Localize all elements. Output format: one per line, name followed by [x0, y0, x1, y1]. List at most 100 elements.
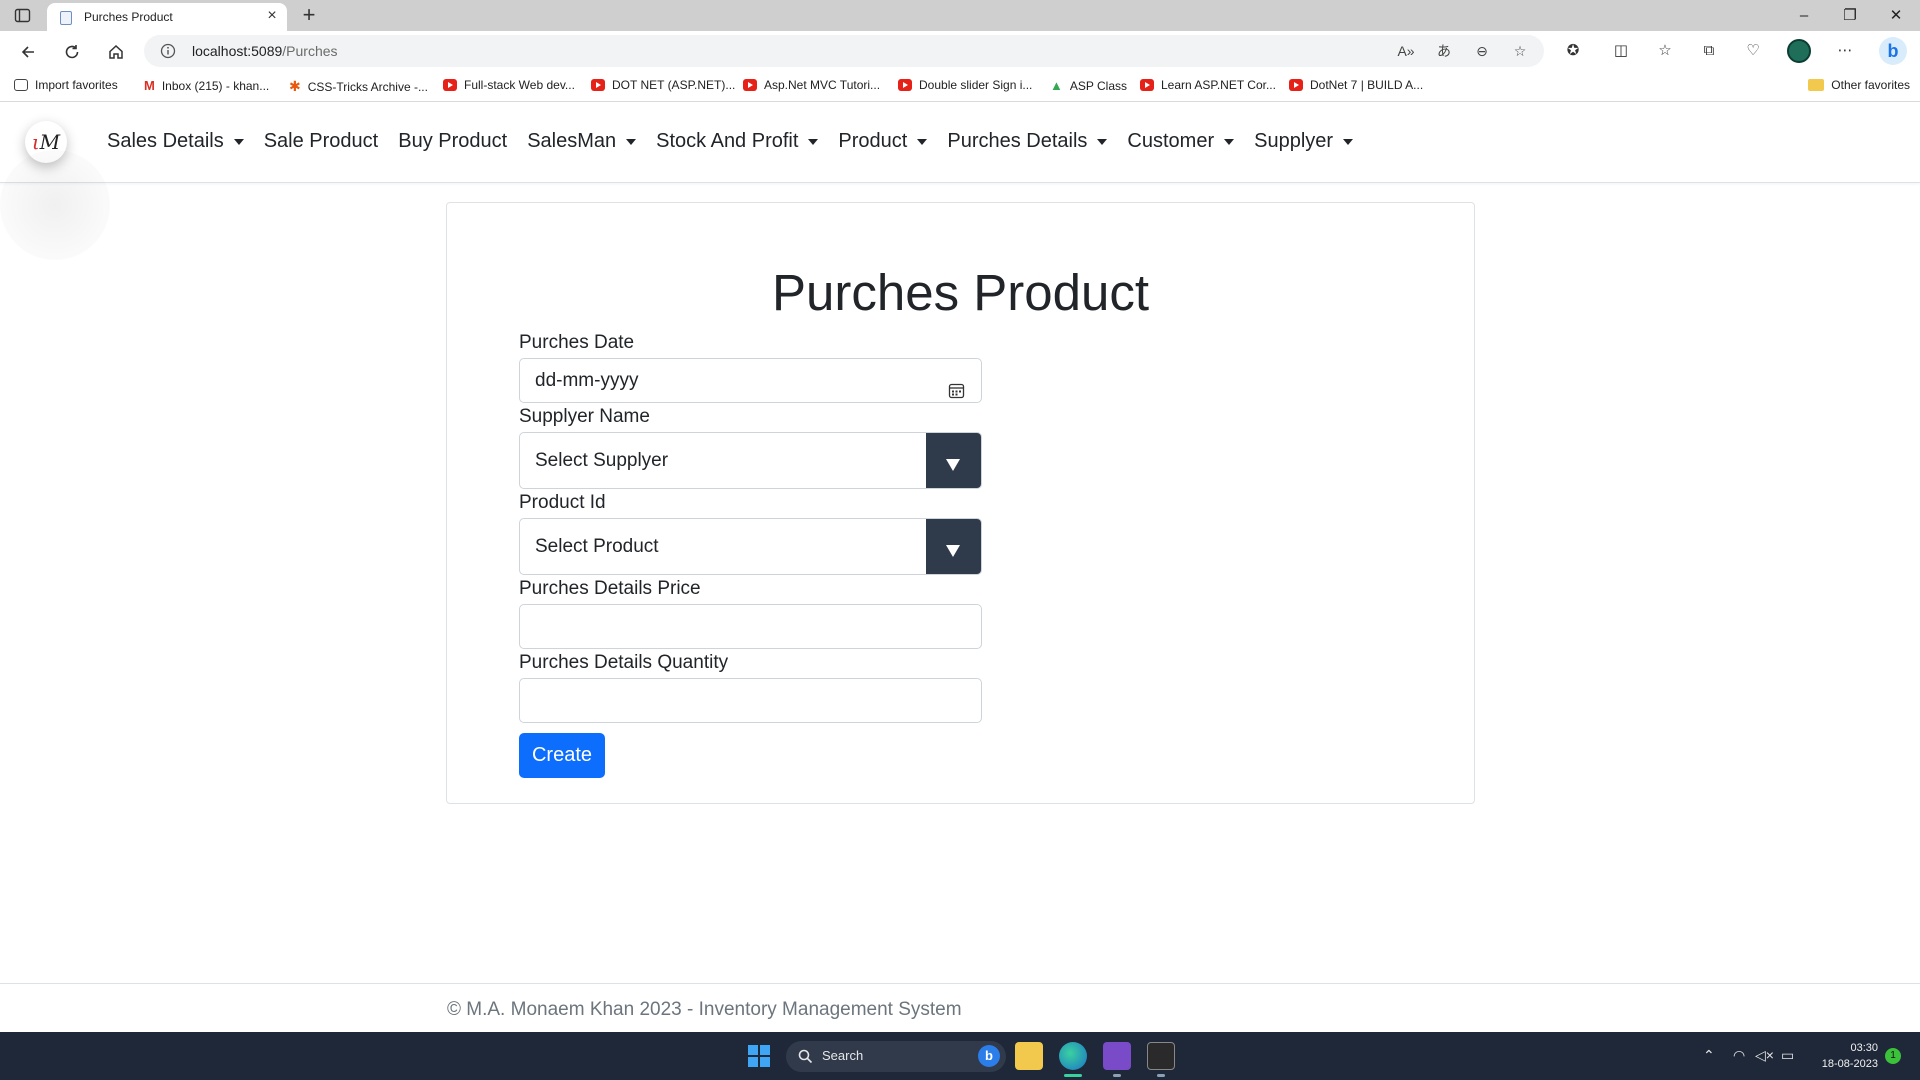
minimize-icon[interactable]: –: [1784, 4, 1824, 28]
nav-label: Stock And Profit: [656, 130, 799, 152]
nav-sale-product[interactable]: Sale Product: [264, 130, 379, 153]
caret-down-icon: [917, 138, 928, 145]
css-tricks-icon: ✱: [289, 78, 301, 94]
supplier-select[interactable]: Select Supplyer: [519, 432, 982, 489]
price-input[interactable]: [519, 604, 982, 649]
nav-label: Buy Product: [398, 130, 508, 152]
purchase-date-label: Purches Date: [519, 332, 635, 353]
nav-sales-details[interactable]: Sales Details: [107, 130, 244, 153]
browser-essentials-icon[interactable]: ♡: [1741, 39, 1765, 63]
dropdown-arrow-icon[interactable]: [926, 519, 981, 574]
read-aloud-icon[interactable]: A»: [1396, 41, 1416, 61]
url-path: /Purches: [282, 43, 338, 59]
caret-down-icon: [626, 138, 637, 145]
page-title: Purches Product: [771, 264, 1150, 321]
dropdown-arrow-icon[interactable]: [926, 433, 981, 488]
window-close-icon[interactable]: ✕: [1876, 4, 1916, 28]
browser-toolbar: localhost:5089/Purches A» あ ⊖ ☆ ✪ ◫ ☆ ⧉ …: [0, 31, 1920, 71]
nav-purches-details[interactable]: Purches Details: [947, 130, 1108, 153]
logo-shadow: [0, 150, 110, 260]
nav-supplyer[interactable]: Supplyer: [1254, 130, 1354, 153]
purchase-date-input[interactable]: dd-mm-yyyy: [519, 358, 982, 403]
product-select[interactable]: Select Product: [519, 518, 982, 575]
reload-icon[interactable]: [58, 38, 86, 66]
nav-label: Purches Details: [947, 130, 1088, 152]
date-placeholder: dd-mm-yyyy: [535, 370, 639, 391]
favorite-youtube-2[interactable]: DOT NET (ASP.NET)...: [591, 78, 735, 92]
back-arrow-icon[interactable]: [14, 38, 42, 66]
browser-tab-active[interactable]: Purches Product ×: [47, 3, 287, 31]
running-app-indicator: [1157, 1074, 1165, 1077]
nav-customer[interactable]: Customer: [1127, 130, 1235, 153]
extensions-icon[interactable]: ✪: [1561, 39, 1585, 63]
edge-browser-icon[interactable]: [1059, 1042, 1087, 1070]
system-clock[interactable]: 03:30 18-08-2023: [1812, 1040, 1878, 1072]
youtube-icon: [743, 79, 757, 91]
file-explorer-icon[interactable]: [1015, 1042, 1043, 1070]
quantity-label: Purches Details Quantity: [519, 652, 729, 673]
terminal-icon[interactable]: [1147, 1042, 1175, 1070]
windows-start-icon[interactable]: [748, 1045, 770, 1067]
other-favorites-label: Other favorites: [1831, 78, 1910, 92]
translate-icon[interactable]: あ: [1434, 41, 1454, 61]
site-info-icon[interactable]: [160, 43, 176, 64]
favorite-youtube-6[interactable]: DotNet 7 | BUILD A...: [1289, 78, 1423, 92]
other-favorites[interactable]: Other favorites: [1808, 78, 1910, 92]
create-button[interactable]: Create: [519, 733, 605, 778]
caret-down-icon: [1224, 138, 1235, 145]
favorite-asp-class[interactable]: ▲ ASP Class: [1050, 78, 1127, 93]
search-icon: [798, 1049, 813, 1069]
calendar-icon[interactable]: [948, 372, 965, 399]
nav-menu: Sales Details Sale Product Buy Product S…: [107, 130, 1354, 153]
search-label: Search: [822, 1048, 864, 1063]
split-screen-icon[interactable]: ◫: [1609, 39, 1633, 63]
favorite-label: DotNet 7 | BUILD A...: [1310, 78, 1424, 92]
nav-buy-product[interactable]: Buy Product: [398, 130, 507, 153]
youtube-icon: [443, 79, 457, 91]
caret-down-icon: [233, 138, 244, 145]
favorite-star-icon[interactable]: ☆: [1510, 41, 1530, 61]
favorites-icon[interactable]: ☆: [1653, 39, 1677, 63]
volume-muted-icon[interactable]: ◁×: [1755, 1047, 1774, 1064]
product-id-label: Product Id: [519, 492, 606, 513]
close-tab-icon[interactable]: ×: [263, 7, 281, 25]
favorite-youtube-1[interactable]: Full-stack Web dev...: [443, 78, 575, 92]
favorite-gmail[interactable]: M Inbox (215) - khan...: [144, 78, 269, 93]
tray-overflow-icon[interactable]: ⌃: [1703, 1047, 1715, 1064]
wifi-icon[interactable]: ◠: [1733, 1047, 1745, 1064]
new-tab-icon[interactable]: +: [296, 2, 322, 28]
nav-salesman[interactable]: SalesMan: [527, 130, 637, 153]
restore-icon[interactable]: ❐: [1830, 4, 1870, 28]
taskbar-search[interactable]: Search b: [786, 1041, 1006, 1072]
tab-actions-icon[interactable]: [14, 7, 31, 24]
battery-icon[interactable]: ▭: [1781, 1047, 1794, 1064]
nav-label: Supplyer: [1254, 130, 1334, 152]
price-label: Purches Details Price: [519, 578, 701, 599]
favorite-label: CSS-Tricks Archive -...: [307, 79, 428, 94]
favorite-import[interactable]: Import favorites: [14, 78, 118, 92]
quantity-input[interactable]: [519, 678, 982, 723]
profile-avatar[interactable]: [1787, 39, 1811, 63]
youtube-icon: [1140, 79, 1154, 91]
caret-down-icon: [808, 138, 819, 145]
nav-stock-and-profit[interactable]: Stock And Profit: [656, 130, 819, 153]
nav-label: Sales Details: [107, 130, 224, 152]
home-icon[interactable]: [102, 38, 130, 66]
bing-copilot-icon[interactable]: b: [1879, 37, 1907, 65]
collections-icon[interactable]: ⧉: [1697, 39, 1721, 63]
favorite-label: Full-stack Web dev...: [464, 78, 575, 92]
favorite-youtube-5[interactable]: Learn ASP.NET Cor...: [1140, 78, 1276, 92]
favorite-label: Import favorites: [35, 78, 118, 92]
notification-badge[interactable]: 1: [1885, 1048, 1901, 1064]
favorite-youtube-4[interactable]: Double slider Sign i...: [898, 78, 1032, 92]
visual-studio-icon[interactable]: [1103, 1042, 1131, 1070]
site-navbar: ιM Sales Details Sale Product Buy Produc…: [0, 102, 1920, 183]
nav-product[interactable]: Product: [838, 130, 928, 153]
google-drive-icon: ▲: [1050, 78, 1063, 93]
address-bar[interactable]: localhost:5089/Purches A» あ ⊖ ☆: [144, 35, 1544, 67]
favorite-youtube-3[interactable]: Asp.Net MVC Tutori...: [743, 78, 880, 92]
zoom-out-icon[interactable]: ⊖: [1472, 41, 1492, 61]
favorite-css-tricks[interactable]: ✱ CSS-Tricks Archive -...: [289, 78, 428, 95]
nav-label: SalesMan: [527, 130, 617, 152]
more-options-icon[interactable]: ⋯: [1833, 39, 1857, 63]
